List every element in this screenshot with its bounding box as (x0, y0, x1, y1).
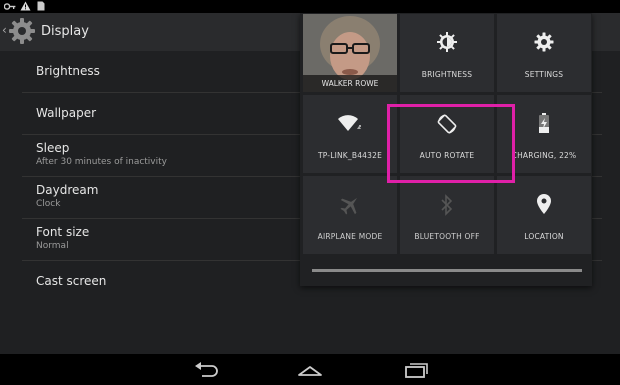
bluetooth-icon (441, 194, 453, 216)
navigation-bar (0, 354, 620, 385)
tile-label: BLUETOOTH OFF (414, 232, 480, 241)
highlight-box (387, 104, 515, 183)
key-icon (4, 3, 16, 10)
setting-title: Sleep (36, 141, 70, 155)
sd-card-icon (37, 1, 45, 11)
battery-charging-icon (539, 113, 549, 133)
warning-icon (20, 1, 31, 11)
recents-icon[interactable] (402, 360, 430, 380)
setting-subtitle: Clock (36, 199, 61, 209)
tile-label: TP-LINK_B4432E (317, 151, 383, 160)
brightness-icon (437, 32, 457, 52)
tile-settings[interactable]: SETTINGS (497, 14, 591, 92)
user-name-label: WALKER ROWE (321, 79, 379, 88)
wifi-icon (338, 115, 361, 131)
home-icon[interactable] (296, 360, 324, 380)
settings-gear-icon (534, 32, 554, 52)
tile-label: AIRPLANE MODE (317, 232, 383, 241)
setting-title: Wallpaper (36, 106, 97, 120)
setting-subtitle: Normal (36, 241, 69, 251)
tile-brightness[interactable]: BRIGHTNESS (400, 14, 494, 92)
tile-airplane-mode[interactable]: AIRPLANE MODE (303, 176, 397, 254)
setting-title: Daydream (36, 183, 99, 197)
tile-label: SETTINGS (524, 70, 564, 79)
setting-title: Cast screen (36, 274, 107, 288)
setting-title: Font size (36, 225, 90, 239)
tile-location[interactable]: LOCATION (497, 176, 591, 254)
user-tile[interactable]: WALKER ROWE (303, 14, 397, 92)
tile-bluetooth[interactable]: BLUETOOTH OFF (400, 176, 494, 254)
page-title: Display (41, 24, 89, 39)
setting-subtitle: After 30 minutes of inactivity (36, 157, 167, 167)
up-caret-icon[interactable]: ‹ (2, 23, 7, 37)
airplane-icon (340, 197, 358, 215)
back-icon[interactable] (192, 360, 220, 380)
panel-drag-handle[interactable] (312, 269, 582, 272)
location-icon (537, 194, 551, 214)
status-bar (0, 0, 620, 13)
setting-title: Brightness (36, 64, 100, 78)
tile-label: LOCATION (524, 232, 564, 241)
tile-wifi[interactable]: TP-LINK_B4432E (303, 95, 397, 173)
settings-app-icon[interactable] (8, 17, 36, 45)
tile-label: BRIGHTNESS (421, 70, 473, 79)
